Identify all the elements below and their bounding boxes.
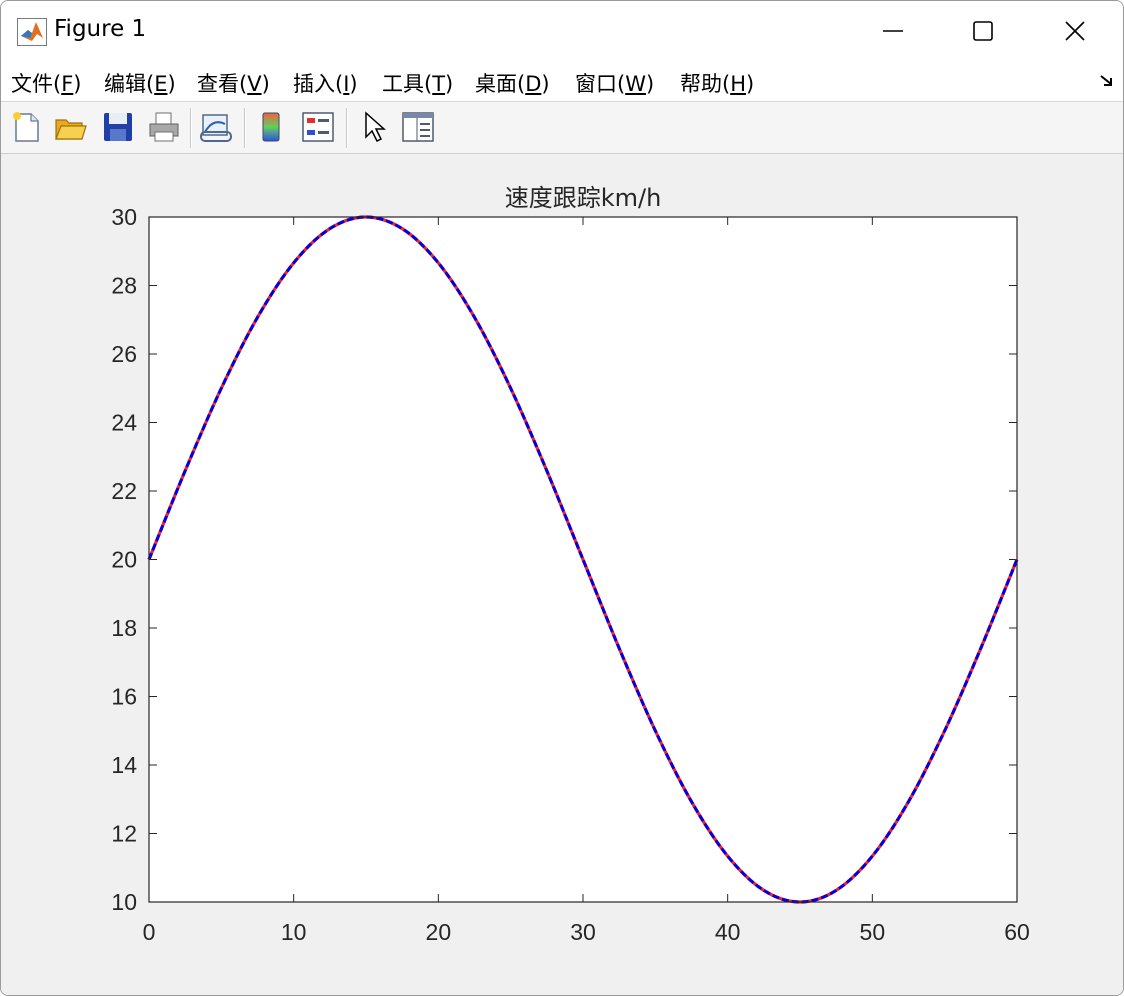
figure-canvas[interactable]: 0 10 20 30 40 50 60 10 12 14 16 18 20 22 24 26 28 30 速度跟踪… bbox=[1, 154, 1123, 995]
y-tick-label: 28 bbox=[111, 273, 137, 299]
save-button[interactable] bbox=[101, 110, 135, 144]
y-tick-label: 14 bbox=[111, 752, 137, 778]
close-icon bbox=[1065, 21, 1085, 41]
figure-window: Figure 1 文件(F) 编辑(E) 查看(V) 插入(I) 工具(T) 桌… bbox=[0, 0, 1124, 996]
maximize-button[interactable] bbox=[943, 1, 1023, 61]
menu-file[interactable]: 文件(F) bbox=[11, 68, 82, 98]
x-tick-label: 50 bbox=[860, 919, 886, 945]
link-plot-button[interactable] bbox=[199, 110, 233, 144]
minimize-icon bbox=[883, 30, 903, 32]
x-tick-label: 0 bbox=[143, 919, 156, 945]
new-figure-icon bbox=[13, 112, 39, 142]
menu-tools[interactable]: 工具(T) bbox=[382, 68, 453, 98]
print-icon bbox=[149, 112, 179, 142]
minimize-button[interactable] bbox=[853, 1, 933, 61]
menu-desktop[interactable]: 桌面(D) bbox=[475, 68, 550, 98]
x-tick-label: 30 bbox=[570, 919, 596, 945]
link-plot-icon bbox=[200, 114, 232, 142]
matlab-icon bbox=[17, 18, 47, 46]
new-figure-button[interactable] bbox=[9, 110, 43, 144]
menu-window[interactable]: 窗口(W) bbox=[575, 68, 654, 98]
legend-button[interactable] bbox=[301, 110, 335, 144]
colorbar-icon bbox=[262, 112, 280, 142]
title-bar: Figure 1 bbox=[1, 1, 1123, 61]
x-tick-label: 20 bbox=[426, 919, 452, 945]
chart-title: 速度跟踪km/h bbox=[505, 184, 662, 212]
menu-view[interactable]: 查看(V) bbox=[197, 68, 270, 98]
maximize-icon bbox=[973, 21, 993, 41]
save-icon bbox=[104, 113, 132, 141]
toolbar bbox=[1, 102, 1123, 154]
pointer-button[interactable] bbox=[357, 110, 391, 144]
menu-bar: 文件(F) 编辑(E) 查看(V) 插入(I) 工具(T) 桌面(D) 窗口(W… bbox=[1, 61, 1123, 102]
line-chart[interactable]: 0 10 20 30 40 50 601012141618202224262830 速度跟踪… bbox=[1, 154, 1123, 995]
open-file-button[interactable] bbox=[53, 110, 87, 144]
y-tick-label: 24 bbox=[111, 410, 137, 436]
y-tick-label: 12 bbox=[111, 821, 137, 847]
print-button[interactable] bbox=[147, 110, 181, 144]
property-inspector-button[interactable] bbox=[401, 110, 435, 144]
y-tick-label: 10 bbox=[111, 889, 137, 915]
y-tick-label: 18 bbox=[111, 615, 137, 641]
legend-icon bbox=[302, 112, 334, 142]
x-tick-label: 40 bbox=[715, 919, 741, 945]
property-inspector-icon bbox=[402, 112, 434, 142]
pointer-icon bbox=[365, 111, 386, 143]
y-tick-label: 22 bbox=[111, 478, 137, 504]
x-tick-label: 10 bbox=[281, 919, 307, 945]
x-tick-label: 60 bbox=[1004, 919, 1030, 945]
menu-insert[interactable]: 插入(I) bbox=[293, 68, 358, 98]
menu-edit[interactable]: 编辑(E) bbox=[104, 68, 176, 98]
colorbar-button[interactable] bbox=[254, 110, 288, 144]
open-file-icon bbox=[55, 119, 87, 140]
window-title: Figure 1 bbox=[54, 16, 147, 42]
dock-arrow-icon[interactable] bbox=[1099, 73, 1115, 89]
y-tick-label: 20 bbox=[111, 547, 137, 573]
y-tick-label: 30 bbox=[111, 204, 137, 230]
close-button[interactable] bbox=[1035, 1, 1115, 61]
y-tick-label: 16 bbox=[111, 684, 137, 710]
y-tick-label: 26 bbox=[111, 341, 137, 367]
menu-help[interactable]: 帮助(H) bbox=[680, 68, 754, 98]
